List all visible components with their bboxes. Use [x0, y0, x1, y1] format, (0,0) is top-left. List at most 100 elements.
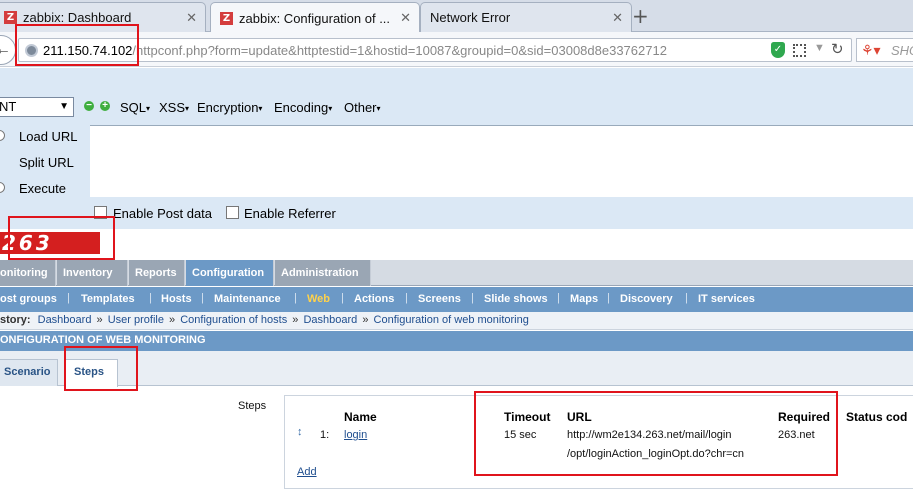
select-value: NT — [0, 99, 17, 114]
execute-button[interactable]: Execute — [19, 181, 66, 196]
tab-steps[interactable]: Steps — [64, 359, 118, 387]
page-title: ONFIGURATION OF WEB MONITORING — [0, 331, 913, 351]
chevron-down-icon: ▼ — [59, 101, 69, 112]
column-header-timeout: Timeout — [504, 410, 551, 424]
column-header-name: Name — [344, 410, 377, 424]
history-link-configuration-of-hosts[interactable]: Configuration of hosts — [180, 314, 287, 326]
split-url-button[interactable]: Split URL — [19, 155, 74, 170]
qr-code-icon[interactable] — [793, 44, 806, 57]
submenu-discovery[interactable]: Discovery — [620, 293, 673, 305]
hackbar-version-select[interactable]: NT ▼ — [0, 97, 74, 117]
submenu-maps[interactable]: Maps — [570, 293, 598, 305]
tab-title: zabbix: Dashboard — [23, 10, 132, 25]
browser-tab-dashboard[interactable]: Z zabbix: Dashboard ✕ — [0, 2, 206, 32]
address-host: 211.150.74.102 — [43, 43, 133, 58]
breadcrumb-separator: » — [292, 314, 299, 326]
decrease-icon[interactable]: − — [84, 101, 94, 111]
menu-reports[interactable]: Reports — [129, 260, 185, 286]
increase-icon[interactable]: + — [100, 101, 110, 111]
enable-referrer-checkbox[interactable] — [226, 206, 239, 219]
browser-tab-network-error[interactable]: Network Error ✕ — [420, 2, 632, 32]
add-step-link[interactable]: Add — [297, 466, 317, 478]
close-tab-icon[interactable]: ✕ — [186, 10, 197, 26]
column-header-url: URL — [567, 410, 592, 424]
search-placeholder: SHO — [891, 43, 913, 58]
search-box[interactable]: ⚘▾ SHO — [856, 38, 913, 62]
close-tab-icon[interactable]: ✕ — [400, 10, 411, 26]
logo: 263 — [0, 232, 100, 254]
separator: | — [557, 292, 560, 304]
separator: | — [607, 292, 610, 304]
separator: | — [405, 292, 408, 304]
history-link-dashboard[interactable]: Dashboard — [38, 314, 92, 326]
submenu-hosts[interactable]: Hosts — [161, 293, 192, 305]
hackbar-menu-xss[interactable]: XSS▾ — [159, 100, 189, 115]
separator: | — [685, 292, 688, 304]
submenu-it-services[interactable]: IT services — [698, 293, 755, 305]
submenu-screens[interactable]: Screens — [418, 293, 461, 305]
breadcrumb-separator: » — [96, 314, 103, 326]
enable-post-data-checkbox[interactable] — [94, 206, 107, 219]
menu-administration[interactable]: Administration — [275, 260, 371, 286]
load-url-button[interactable]: Load URL — [19, 129, 78, 144]
drag-handle-icon[interactable]: ↕ — [297, 426, 303, 438]
step-url-line-1: http://wm2e134.263.net/mail/login — [567, 429, 732, 441]
load-url-icon — [0, 130, 5, 141]
submenu-web[interactable]: Web — [307, 293, 330, 305]
zabbix-favicon-icon: Z — [220, 11, 233, 25]
hackbar-menu-encoding[interactable]: Encoding▾ — [274, 100, 332, 115]
enable-post-data-label: Enable Post data — [113, 206, 213, 221]
separator: | — [67, 292, 70, 304]
chevron-down-icon[interactable]: ▼ — [814, 42, 825, 54]
globe-icon — [25, 44, 38, 57]
new-tab-button[interactable]: + — [632, 4, 649, 28]
submenu-slide-shows[interactable]: Slide shows — [484, 293, 548, 305]
shield-icon[interactable]: ✓ — [771, 42, 785, 58]
address-url[interactable]: 211.150.74.102/httpconf.php?form=update&… — [43, 43, 667, 58]
history-link-dashboard-2[interactable]: Dashboard — [303, 314, 357, 326]
breadcrumb-separator: » — [362, 314, 369, 326]
execute-icon — [0, 182, 5, 193]
back-button[interactable]: ← — [0, 35, 16, 65]
submenu-actions[interactable]: Actions — [354, 293, 394, 305]
separator: | — [341, 292, 344, 304]
zabbix-favicon-icon: Z — [4, 11, 17, 24]
separator: | — [201, 292, 204, 304]
address-bar[interactable]: 211.150.74.102/httpconf.php?form=update&… — [18, 38, 852, 62]
tab-scenario[interactable]: Scenario — [0, 359, 58, 386]
steps-label: Steps — [238, 400, 267, 412]
separator: | — [471, 292, 474, 304]
hackbar-menu-encryption[interactable]: Encryption▾ — [197, 100, 262, 115]
separator: | — [294, 292, 297, 304]
menu-inventory[interactable]: Inventory — [57, 260, 128, 286]
breadcrumb-separator: » — [169, 314, 176, 326]
menu-monitoring[interactable]: onitoring — [0, 260, 56, 286]
history-link-configuration-of-web-monitoring[interactable]: Configuration of web monitoring — [374, 314, 529, 326]
hackbar-menu-sql[interactable]: SQL▾ — [120, 100, 150, 115]
reload-icon[interactable]: ↻ — [831, 40, 844, 58]
step-name-link[interactable]: login — [344, 429, 367, 441]
steps-table: Name Timeout URL Required Status cod ↕ 1… — [284, 395, 913, 489]
browser-tab-configuration[interactable]: Z zabbix: Configuration of ... ✕ — [210, 2, 420, 33]
step-timeout: 15 sec — [504, 429, 537, 441]
step-url-line-2: /opt/loginAction_loginOpt.do?chr=cn — [567, 448, 745, 460]
breadcrumb: story: Dashboard » User profile » Config… — [0, 312, 913, 330]
step-number: 1: — [320, 429, 330, 441]
history-label: story: — [0, 314, 31, 326]
submenu-templates[interactable]: Templates — [81, 293, 135, 305]
separator: | — [149, 292, 152, 304]
menu-configuration[interactable]: Configuration — [186, 260, 274, 286]
address-path: /httpconf.php?form=update&httptestid=1&h… — [132, 43, 667, 58]
main-menu: onitoring Inventory Reports Configuratio… — [0, 260, 913, 286]
zabbix-header: 263 — [0, 229, 913, 259]
tab-title: zabbix: Configuration of ... — [239, 10, 391, 26]
browser-navigation-bar: ← 211.150.74.102/httpconf.php?form=updat… — [0, 32, 913, 67]
submenu-host-groups[interactable]: ost groups — [0, 293, 57, 305]
submenu-maintenance[interactable]: Maintenance — [214, 293, 281, 305]
hackbar-menu-other[interactable]: Other▾ — [344, 100, 381, 115]
close-tab-icon[interactable]: ✕ — [612, 10, 623, 26]
hackbar-toolbar: NT ▼ − + SQL▾ XSS▾ Encryption▾ Encoding▾… — [0, 68, 913, 229]
history-link-user-profile[interactable]: User profile — [108, 314, 164, 326]
search-engine-icon[interactable]: ⚘▾ — [861, 42, 881, 59]
hackbar-url-textarea[interactable] — [90, 125, 913, 197]
